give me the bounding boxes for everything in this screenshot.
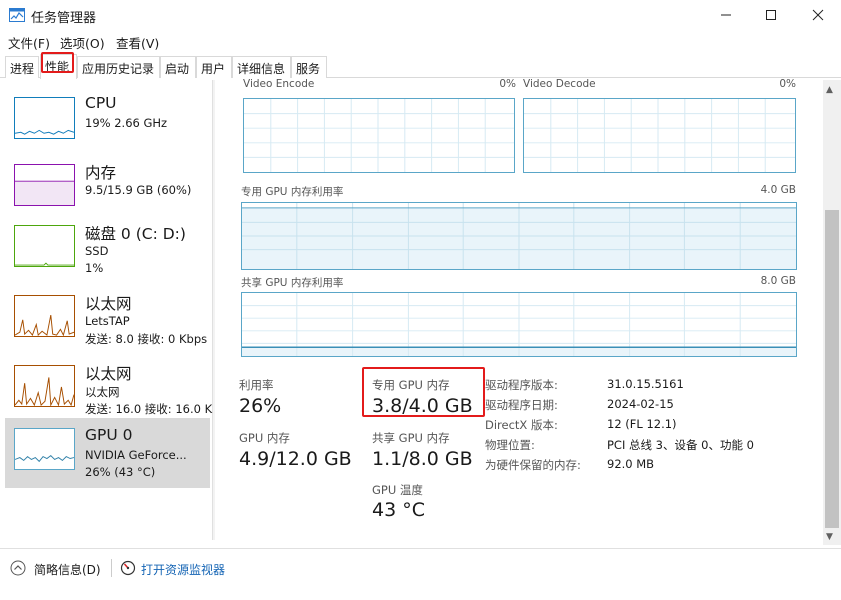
sidebar-item-label: GPU 0: [85, 426, 133, 444]
directx-version-label: DirectX 版本:: [485, 418, 558, 432]
gpu-memory-label: GPU 内存: [239, 431, 290, 445]
footer-bar: 简略信息(D) 打开资源监视器: [0, 548, 841, 600]
video-encode-max: 0%: [499, 78, 516, 90]
video-encode-graph: [243, 98, 515, 173]
shared-gpu-memory-label: 共享 GPU 内存利用率: [241, 277, 344, 289]
resource-sidebar: CPU 19% 2.66 GHz 内存 9.5/15.9 GB (60%) 磁盘…: [0, 80, 213, 540]
sidebar-item-label: 内存: [85, 164, 117, 182]
sidebar-item-label: CPU: [85, 94, 117, 112]
video-encode-label: Video Encode: [243, 78, 315, 90]
menu-options[interactable]: 选项(O): [60, 33, 105, 52]
sidebar-splitter[interactable]: [213, 80, 215, 540]
chevron-up-circle-icon[interactable]: [10, 560, 26, 576]
sidebar-item-cpu[interactable]: CPU 19% 2.66 GHz: [5, 90, 210, 160]
fewer-details-button[interactable]: 简略信息(D): [34, 561, 101, 578]
sidebar-item-label: 以太网: [85, 365, 132, 383]
sidebar-item-detail: 1%: [85, 261, 104, 275]
scroll-up-icon[interactable]: ▲: [826, 85, 833, 95]
footer-divider: [111, 559, 112, 577]
sidebar-item-label: 以太网: [85, 295, 132, 313]
shared-memory-value: 1.1/8.0 GB: [372, 448, 473, 470]
maximize-icon: [766, 10, 776, 20]
ethernet-thumbnail-graph: [14, 295, 75, 337]
close-icon: [812, 9, 824, 21]
dedicated-gpu-memory-max: 4.0 GB: [760, 184, 796, 196]
physical-location-label: 物理位置:: [485, 438, 535, 452]
sidebar-item-detail: 以太网: [85, 385, 120, 399]
driver-version-value: 31.0.15.5161: [607, 377, 684, 391]
dedicated-gpu-memory-label: 专用 GPU 内存利用率: [241, 186, 344, 198]
tab-app-history[interactable]: 应用历史记录: [77, 56, 160, 78]
sidebar-item-detail: NVIDIA GeForce...: [85, 448, 187, 462]
tab-users[interactable]: 用户: [196, 56, 232, 78]
sidebar-item-detail: 发送: 8.0 接收: 0 Kbps: [85, 332, 208, 346]
dedicated-memory-highlight: [362, 367, 485, 417]
driver-date-value: 2024-02-15: [607, 397, 674, 411]
memory-thumbnail-graph: [14, 164, 75, 206]
tab-processes[interactable]: 进程: [5, 56, 39, 78]
sidebar-item-detail: 19% 2.66 GHz: [85, 116, 168, 130]
performance-tab-highlight: [41, 52, 74, 73]
close-button[interactable]: [795, 0, 841, 30]
utilization-label: 利用率: [239, 378, 274, 392]
sidebar-item-detail: LetsTAP: [85, 314, 130, 328]
gpu-temperature-label: GPU 温度: [372, 483, 423, 497]
sidebar-item-gpu[interactable]: GPU 0 NVIDIA GeForce... 26% (43 °C): [5, 418, 210, 488]
sidebar-item-detail: 发送: 16.0 接收: 16.0 K: [85, 402, 213, 416]
task-manager-icon: [9, 8, 25, 22]
reserved-memory-value: 92.0 MB: [607, 457, 655, 471]
tab-details[interactable]: 详细信息: [232, 56, 291, 78]
tab-services[interactable]: 服务: [291, 56, 327, 78]
sidebar-item-label: 磁盘 0 (C: D:): [85, 225, 186, 243]
menu-bar: 文件(F) 选项(O) 查看(V): [0, 31, 841, 51]
menu-view[interactable]: 查看(V): [116, 33, 159, 52]
shared-gpu-memory-max: 8.0 GB: [760, 275, 796, 287]
video-decode-label: Video Decode: [523, 78, 596, 90]
tab-strip: 进程 性能 应用历史记录 启动 用户 详细信息 服务: [0, 54, 841, 79]
dedicated-gpu-memory-graph: [241, 202, 797, 270]
maximize-button[interactable]: [748, 0, 794, 30]
video-decode-max: 0%: [779, 78, 796, 90]
tab-startup[interactable]: 启动: [160, 56, 196, 78]
title-bar[interactable]: 任务管理器: [0, 0, 841, 30]
disk-thumbnail-graph: [14, 225, 75, 267]
gpu-thumbnail-graph: [14, 428, 75, 470]
sidebar-item-ethernet-letstap[interactable]: 以太网 LetsTAP 发送: 8.0 接收: 0 Kbps: [5, 288, 210, 358]
driver-version-label: 驱动程序版本:: [485, 378, 558, 392]
ethernet-thumbnail-graph: [14, 365, 75, 407]
sidebar-item-detail: 9.5/15.9 GB (60%): [85, 183, 192, 197]
physical-location-value: PCI 总线 3、设备 0、功能 0: [607, 438, 754, 452]
gpu-memory-value: 4.9/12.0 GB: [239, 448, 352, 470]
window-title: 任务管理器: [31, 11, 97, 26]
sidebar-item-detail: SSD: [85, 244, 109, 258]
minimize-button[interactable]: [703, 0, 749, 30]
menu-file[interactable]: 文件(F): [8, 33, 50, 52]
video-decode-graph: [523, 98, 796, 173]
minimize-icon: [721, 14, 731, 16]
scroll-down-icon[interactable]: ▼: [826, 532, 833, 542]
sidebar-item-disk[interactable]: 磁盘 0 (C: D:) SSD 1%: [5, 218, 210, 288]
utilization-value: 26%: [239, 395, 282, 417]
shared-memory-label: 共享 GPU 内存: [372, 431, 450, 445]
open-resource-monitor-link[interactable]: 打开资源监视器: [141, 561, 225, 578]
main-scrollbar-thumb[interactable]: [825, 210, 839, 528]
resource-monitor-icon: [120, 560, 136, 576]
sidebar-item-detail: 26% (43 °C): [85, 465, 156, 479]
reserved-memory-label: 为硬件保留的内存:: [485, 458, 581, 472]
gpu-temperature-value: 43 °C: [372, 499, 425, 521]
directx-version-value: 12 (FL 12.1): [607, 417, 677, 431]
cpu-thumbnail-graph: [14, 97, 75, 139]
shared-gpu-memory-graph: [241, 292, 797, 357]
driver-date-label: 驱动程序日期:: [485, 398, 558, 412]
sidebar-item-memory[interactable]: 内存 9.5/15.9 GB (60%): [5, 157, 210, 227]
